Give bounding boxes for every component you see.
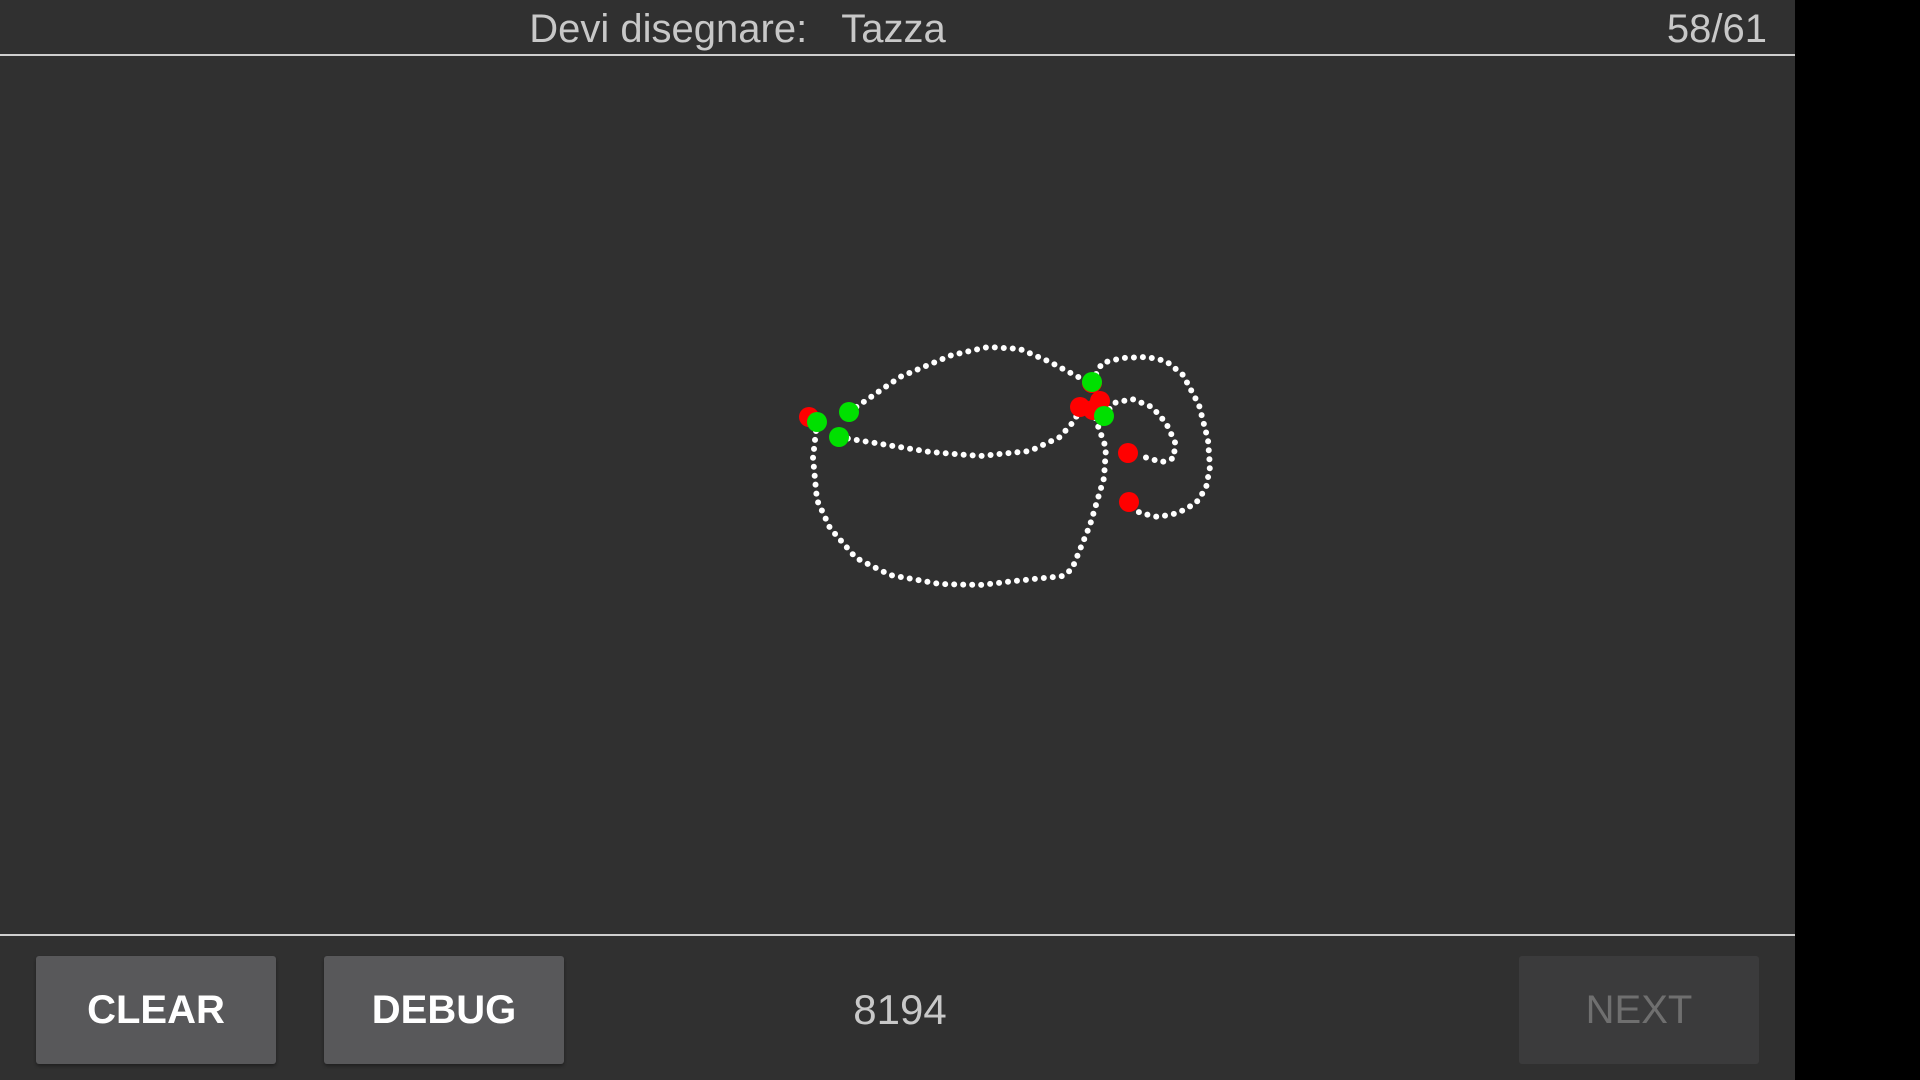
drawing-stroke (1089, 354, 1213, 520)
stroke-start-marker (1082, 372, 1102, 392)
drawing-stroke (836, 404, 1083, 459)
stroke-start-marker (1094, 406, 1114, 426)
system-nav-bar (1795, 0, 1920, 1080)
clear-button[interactable]: CLEAR (36, 956, 276, 1064)
stroke-end-marker (1119, 492, 1139, 512)
prompt-label: Devi disegnare: (529, 7, 808, 51)
debug-button[interactable]: DEBUG (324, 956, 564, 1064)
drawing-stroke (846, 344, 1095, 415)
stroke-start-marker (839, 402, 859, 422)
score-value: 8194 (853, 986, 947, 1033)
stroke-start-marker (829, 427, 849, 447)
footer-bar: CLEAR DEBUG 8194 NEXT (0, 934, 1795, 1080)
stroke-start-marker (807, 412, 827, 432)
prompt-text: Devi disegnare: Tazza (0, 0, 1475, 56)
stroke-end-marker (1118, 443, 1138, 463)
stroke-markers (799, 372, 1139, 512)
progress-counter: 58/61 (1666, 7, 1767, 51)
drawing-strokes (810, 344, 1213, 588)
app-screen: Devi disegnare: Tazza 58/61 CLEAR DEBUG 8… (0, 0, 1795, 1080)
drawing-canvas[interactable] (0, 57, 1795, 934)
next-button: NEXT (1519, 956, 1759, 1064)
prompt-word: Tazza (841, 7, 946, 51)
header-bar: Devi disegnare: Tazza 58/61 (0, 0, 1795, 56)
drawing-stroke (1101, 396, 1178, 465)
